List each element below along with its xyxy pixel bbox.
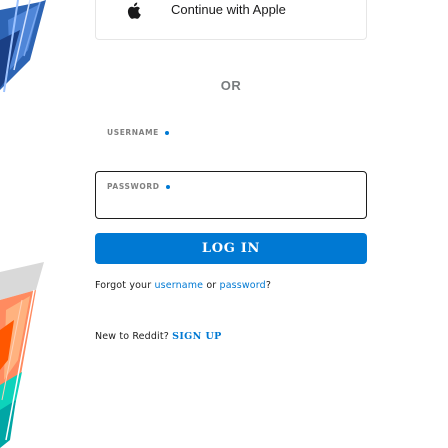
forgot-username-link[interactable]: username	[154, 280, 203, 291]
continue-with-apple-button[interactable]: Continue with Apple	[95, 0, 367, 40]
required-dot	[165, 185, 170, 189]
signup-prefix: New to Reddit?	[95, 331, 173, 342]
forgot-middle: or	[203, 280, 220, 291]
username-field[interactable]: USERNAME	[95, 111, 367, 159]
forgot-password-link[interactable]: password	[220, 280, 266, 291]
decorative-art	[0, 0, 46, 448]
password-label: PASSWORD	[107, 182, 170, 191]
continue-with-apple-label: Continue with Apple	[171, 2, 286, 17]
art-illustration	[0, 0, 46, 448]
forgot-prefix: Forgot your	[95, 280, 155, 291]
signup-text: New to Reddit? SIGN UP	[95, 331, 222, 342]
required-dot	[164, 131, 169, 135]
or-divider: OR	[220, 78, 242, 93]
forgot-suffix: ?	[265, 280, 272, 291]
username-label: USERNAME	[107, 128, 169, 137]
signup-link[interactable]: SIGN UP	[172, 331, 222, 342]
login-button[interactable]: LOG IN	[95, 233, 367, 264]
password-field[interactable]: PASSWORD	[95, 171, 367, 219]
apple-icon	[127, 2, 141, 19]
forgot-credentials-text: Forgot your username or password?	[95, 280, 271, 291]
